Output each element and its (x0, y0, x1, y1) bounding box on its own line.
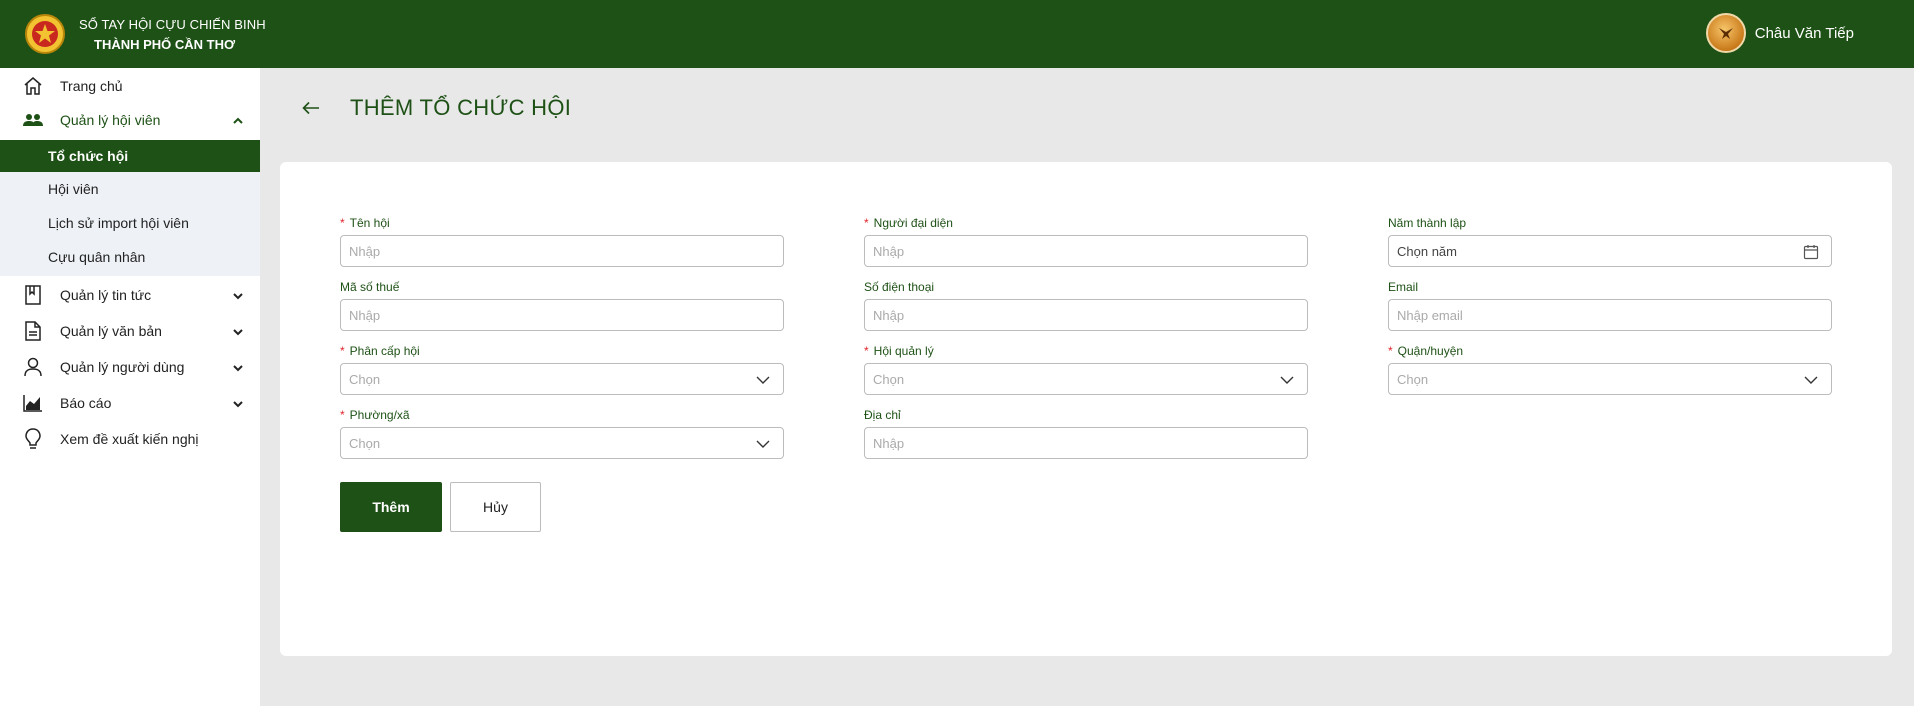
sidebar-item-label: Quản lý tin tức (60, 287, 152, 303)
ten-hoi-input[interactable] (349, 243, 775, 259)
required-mark: * (1388, 344, 1393, 358)
date-placeholder: Chọn năm (1397, 243, 1457, 259)
sidebar-item-label: Quản lý hội viên (60, 112, 161, 128)
field-label: Hội quản lý (873, 344, 934, 358)
field-dia-chi: Địa chỉ (864, 408, 1308, 459)
sidebar-subitem-label: Lịch sử import hội viên (48, 215, 189, 231)
sidebar: Trang chủ Quản lý hội viên Tổ chức hội H… (0, 68, 260, 706)
sidebar-subitem-label: Cựu quân nhân (48, 249, 146, 265)
logo[interactable] (24, 12, 66, 56)
sidebar-item-label: Xem đề xuất kiến nghị (60, 431, 199, 447)
field-label: Năm thành lập (1388, 216, 1467, 230)
page-title: THÊM TỔ CHỨC HỘI (350, 95, 572, 120)
field-ten-hoi: * Tên hội (340, 216, 784, 267)
nguoi-dai-dien-input[interactable] (873, 243, 1299, 259)
nam-thanh-lap-picker[interactable]: Chọn năm (1388, 235, 1832, 267)
field-label: Tên hội (349, 216, 390, 230)
field-ma-so-thue: Mã số thuế (340, 280, 784, 331)
phan-cap-hoi-select[interactable]: Chọn (340, 363, 784, 395)
app-header: SỔ TAY HỘI CỰU CHIẾN BINH THÀNH PHỐ CẦN … (0, 0, 1914, 68)
sidebar-item-home[interactable]: Trang chủ (0, 68, 260, 104)
field-label: Email (1388, 280, 1419, 294)
page-header: THÊM TỔ CHỨC HỘI (280, 95, 571, 121)
hoi-quan-ly-select[interactable]: Chọn (864, 363, 1308, 395)
email-input[interactable] (1397, 307, 1823, 323)
sidebar-item-news[interactable]: Quản lý tin tức (0, 277, 260, 313)
sidebar-subitem-veterans[interactable]: Cựu quân nhân (0, 240, 260, 274)
sidebar-subitem-members[interactable]: Hội viên (0, 172, 260, 206)
sidebar-item-label: Quản lý người dùng (60, 359, 185, 375)
sidebar-item-label: Trang chủ (60, 78, 123, 94)
chevron-down-icon (232, 289, 244, 301)
bookmark-icon (22, 284, 44, 306)
user-name[interactable]: Châu Văn Tiếp (1755, 25, 1854, 42)
field-so-dien-thoai: Số điện thoại (864, 280, 1308, 331)
field-phuong-xa: * Phường/xã Chọn (340, 408, 784, 459)
home-icon (22, 75, 44, 97)
chevron-down-icon (1279, 372, 1295, 388)
field-label: Số điện thoại (864, 280, 935, 294)
quan-huyen-select[interactable]: Chọn (1388, 363, 1832, 395)
user-icon (22, 356, 44, 378)
field-quan-huyen: * Quận/huyện Chọn (1388, 344, 1832, 395)
required-mark: * (340, 344, 345, 358)
field-label: Người đại diện (873, 216, 953, 230)
users-icon (22, 109, 44, 131)
sidebar-item-members[interactable]: Quản lý hội viên (0, 102, 260, 138)
required-mark: * (864, 216, 869, 230)
chevron-down-icon (755, 436, 771, 452)
sidebar-subitem-organizations[interactable]: Tổ chức hội (0, 140, 260, 172)
select-placeholder: Chọn (349, 371, 381, 387)
sidebar-subitem-label: Tổ chức hội (48, 148, 129, 164)
required-mark: * (864, 344, 869, 358)
required-mark: * (340, 408, 345, 422)
user-menu[interactable]: Châu Văn Tiếp (1705, 13, 1854, 53)
required-mark: * (340, 216, 345, 230)
chevron-down-icon (232, 325, 244, 337)
ma-so-thue-input[interactable] (349, 307, 775, 323)
select-placeholder: Chọn (349, 435, 381, 451)
field-phan-cap-hoi: * Phân cấp hội Chọn (340, 344, 784, 395)
select-placeholder: Chọn (1397, 371, 1429, 387)
sidebar-item-suggestions[interactable]: Xem đề xuất kiến nghị (0, 421, 260, 457)
field-email: Email (1388, 280, 1832, 331)
chevron-down-icon (232, 361, 244, 373)
field-label: Phân cấp hội (349, 344, 420, 358)
submit-button[interactable]: Thêm (340, 482, 442, 532)
dia-chi-input[interactable] (873, 435, 1299, 451)
document-icon (22, 320, 44, 342)
chevron-up-icon (232, 114, 244, 126)
phuong-xa-select[interactable]: Chọn (340, 427, 784, 459)
field-nguoi-dai-dien: * Người đại diện (864, 216, 1308, 267)
field-label: Địa chỉ (864, 408, 901, 422)
field-hoi-quan-ly: * Hội quản lý Chọn (864, 344, 1308, 395)
sidebar-item-label: Báo cáo (60, 395, 112, 411)
select-placeholder: Chọn (873, 371, 905, 387)
form-card: * Tên hội * Người đại diện Năm thành lập C… (280, 162, 1892, 656)
chevron-down-icon (232, 397, 244, 409)
brand-line1: SỔ TAY HỘI CỰU CHIẾN BINH (79, 17, 266, 32)
calendar-icon[interactable] (1803, 244, 1819, 260)
brand-title: SỔ TAY HỘI CỰU CHIẾN BINH THÀNH PHỐ CẦN … (79, 15, 266, 55)
lightbulb-icon (22, 428, 44, 450)
field-label: Quận/huyện (1397, 344, 1464, 358)
sidebar-item-label: Quản lý văn bản (60, 323, 162, 339)
sidebar-item-users[interactable]: Quản lý người dùng (0, 349, 260, 385)
chevron-down-icon (1803, 372, 1819, 388)
back-arrow-icon[interactable] (302, 96, 326, 120)
cancel-button[interactable]: Hủy (450, 482, 541, 532)
sidebar-item-documents[interactable]: Quản lý văn bản (0, 313, 260, 349)
brand-line2: THÀNH PHỐ CẦN THƠ (94, 37, 236, 52)
chart-icon (22, 392, 44, 414)
field-nam-thanh-lap: Năm thành lập Chọn năm (1388, 216, 1832, 267)
field-label: Mã số thuế (340, 280, 400, 294)
field-label: Phường/xã (349, 408, 410, 422)
sidebar-subitem-label: Hội viên (48, 181, 99, 197)
so-dien-thoai-input[interactable] (873, 307, 1299, 323)
sidebar-item-reports[interactable]: Báo cáo (0, 385, 260, 421)
avatar[interactable] (1705, 13, 1746, 53)
sidebar-subitem-import-history[interactable]: Lịch sử import hội viên (0, 206, 260, 240)
chevron-down-icon (755, 372, 771, 388)
